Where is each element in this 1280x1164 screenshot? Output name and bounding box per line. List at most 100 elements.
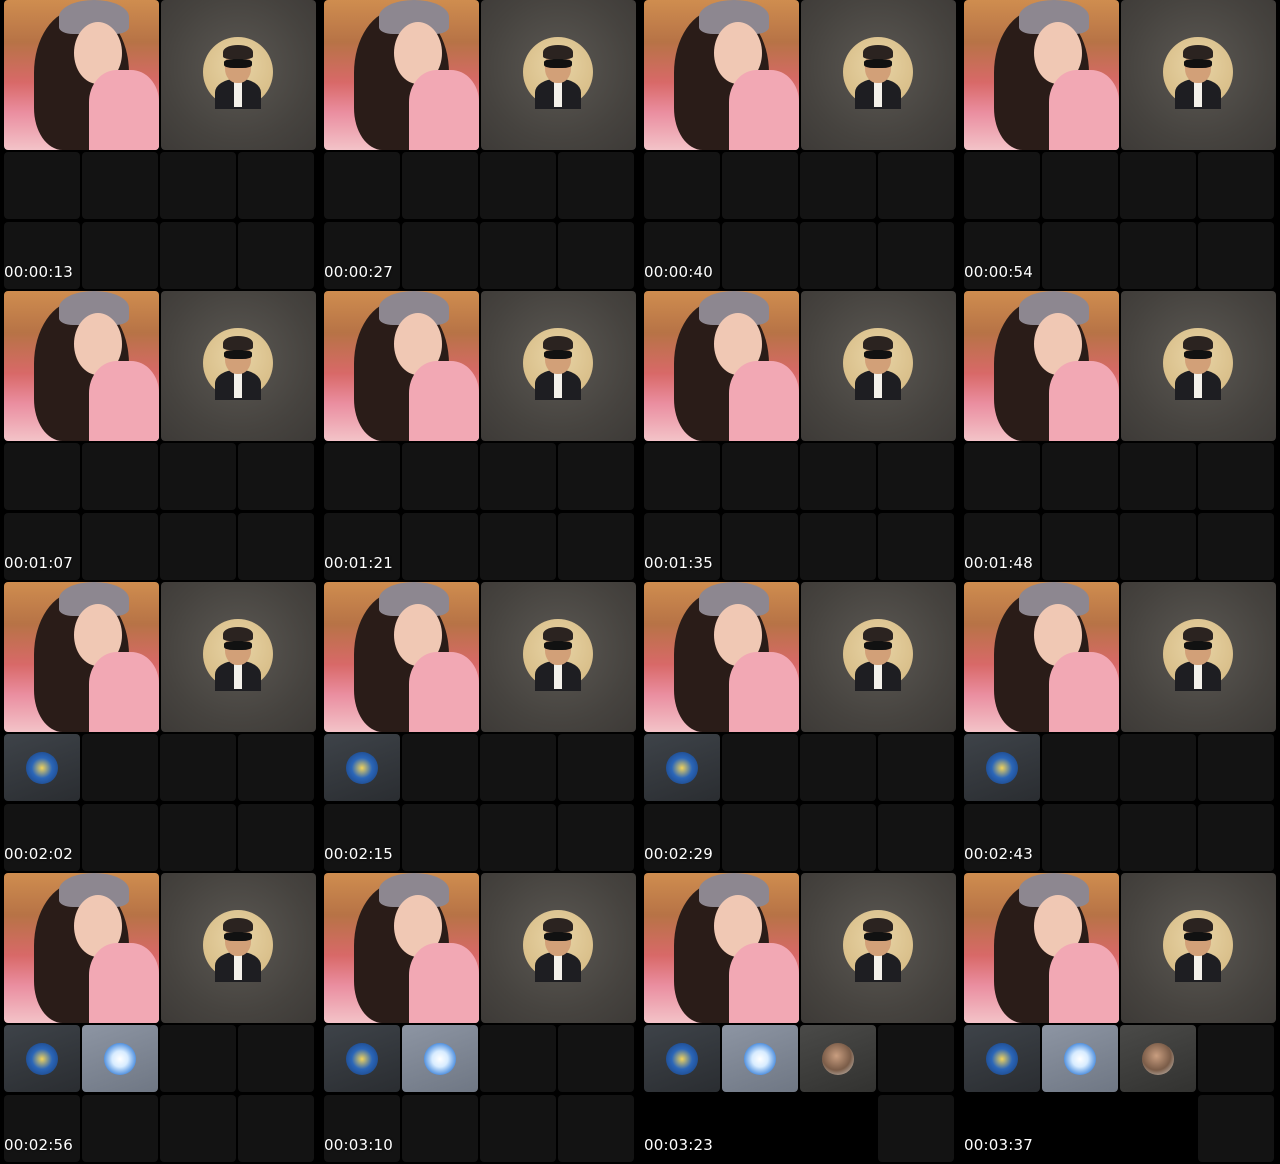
host-video-tile[interactable] [801, 0, 956, 150]
host-video-tile[interactable] [801, 291, 956, 441]
self-video-tile[interactable] [324, 582, 479, 732]
participant-tile[interactable] [644, 1025, 720, 1092]
empty-tile [558, 1025, 634, 1092]
shirt-shape [729, 652, 799, 732]
shirt-collar-shape [234, 81, 242, 107]
self-video-tile[interactable] [4, 0, 159, 150]
self-video-tile[interactable] [644, 873, 799, 1023]
empty-tile [1042, 804, 1118, 871]
host-video-tile[interactable] [1121, 0, 1276, 150]
participant-tile[interactable] [1042, 1025, 1118, 1092]
participant-tile[interactable] [964, 734, 1040, 801]
self-video-tile[interactable] [964, 0, 1119, 150]
shirt-collar-shape [234, 663, 242, 689]
participant-tile[interactable] [1120, 1025, 1196, 1092]
host-video-tile[interactable] [1121, 873, 1276, 1023]
host-video-tile[interactable] [161, 0, 316, 150]
empty-tile [800, 443, 876, 510]
call-frame: 00:01:35 [640, 291, 960, 582]
self-video-tile[interactable] [4, 582, 159, 732]
host-video-tile[interactable] [481, 582, 636, 732]
empty-tile [722, 804, 798, 871]
participant-tile[interactable] [964, 1025, 1040, 1092]
frame-timestamp: 00:03:23 [644, 1136, 713, 1154]
host-video-tile[interactable] [481, 291, 636, 441]
self-video-tile[interactable] [324, 0, 479, 150]
host-video-tile[interactable] [161, 582, 316, 732]
empty-tile [558, 222, 634, 289]
self-video-tile[interactable] [324, 873, 479, 1023]
participant-tile[interactable] [402, 1025, 478, 1092]
frame-timestamp: 00:00:40 [644, 263, 713, 281]
self-video-tile[interactable] [644, 0, 799, 150]
shirt-collar-shape [874, 81, 882, 107]
participant-tile[interactable] [82, 1025, 158, 1092]
frame-timestamp: 00:00:54 [964, 263, 1033, 281]
host-video-tile[interactable] [1121, 291, 1276, 441]
self-video-tile[interactable] [4, 873, 159, 1023]
host-video-tile[interactable] [481, 873, 636, 1023]
self-video-tile[interactable] [4, 291, 159, 441]
shirt-collar-shape [234, 372, 242, 398]
empty-tile [160, 513, 236, 580]
self-video-tile[interactable] [964, 582, 1119, 732]
host-avatar [843, 37, 913, 109]
empty-tile [800, 804, 876, 871]
shirt-shape [1049, 70, 1119, 150]
self-video-tile[interactable] [644, 291, 799, 441]
participant-tile[interactable] [4, 734, 80, 801]
shirt-collar-shape [874, 954, 882, 980]
empty-tile [1198, 443, 1274, 510]
shirt-collar-shape [1194, 372, 1202, 398]
empty-tile [160, 804, 236, 871]
sunglasses-icon [544, 350, 572, 359]
self-video-tile[interactable] [324, 291, 479, 441]
empty-tile [324, 443, 400, 510]
empty-tile [558, 513, 634, 580]
self-video-tile[interactable] [964, 291, 1119, 441]
empty-tile [1120, 152, 1196, 219]
host-video-tile[interactable] [801, 582, 956, 732]
empty-tile [878, 734, 954, 801]
empty-tile [238, 1095, 314, 1162]
participant-tile[interactable] [644, 734, 720, 801]
sunglasses-icon [544, 641, 572, 650]
host-video-tile[interactable] [801, 873, 956, 1023]
hair-shape [1183, 918, 1213, 932]
self-video-tile[interactable] [964, 873, 1119, 1023]
shirt-shape [1049, 943, 1119, 1023]
host-video-tile[interactable] [481, 0, 636, 150]
empty-tile [1198, 152, 1274, 219]
host-video-tile[interactable] [161, 291, 316, 441]
shirt-collar-shape [554, 663, 562, 689]
team-logo-badge [986, 751, 1018, 784]
host-avatar [1163, 328, 1233, 400]
empty-tile [82, 1095, 158, 1162]
call-frame: 00:02:56 [0, 873, 320, 1164]
empty-tile [480, 734, 556, 801]
host-video-tile[interactable] [161, 873, 316, 1023]
empty-tile [82, 513, 158, 580]
hair-shape [543, 918, 573, 932]
self-video-tile[interactable] [644, 582, 799, 732]
empty-tile [964, 152, 1040, 219]
sunglasses-icon [544, 932, 572, 941]
empty-tile [480, 804, 556, 871]
empty-tile [82, 222, 158, 289]
participant-tile[interactable] [324, 734, 400, 801]
host-video-tile[interactable] [1121, 582, 1276, 732]
hair-shape [1183, 45, 1213, 59]
participant-tile[interactable] [324, 1025, 400, 1092]
empty-tile [964, 443, 1040, 510]
shirt-collar-shape [1194, 663, 1202, 689]
empty-tile [558, 152, 634, 219]
shirt-collar-shape [1194, 954, 1202, 980]
team-logo-badge [346, 1042, 378, 1075]
empty-tile [800, 513, 876, 580]
hair-shape [863, 627, 893, 641]
participant-tile[interactable] [4, 1025, 80, 1092]
participant-tile[interactable] [800, 1025, 876, 1092]
empty-tile [402, 443, 478, 510]
sunglasses-icon [864, 59, 892, 68]
participant-tile[interactable] [722, 1025, 798, 1092]
